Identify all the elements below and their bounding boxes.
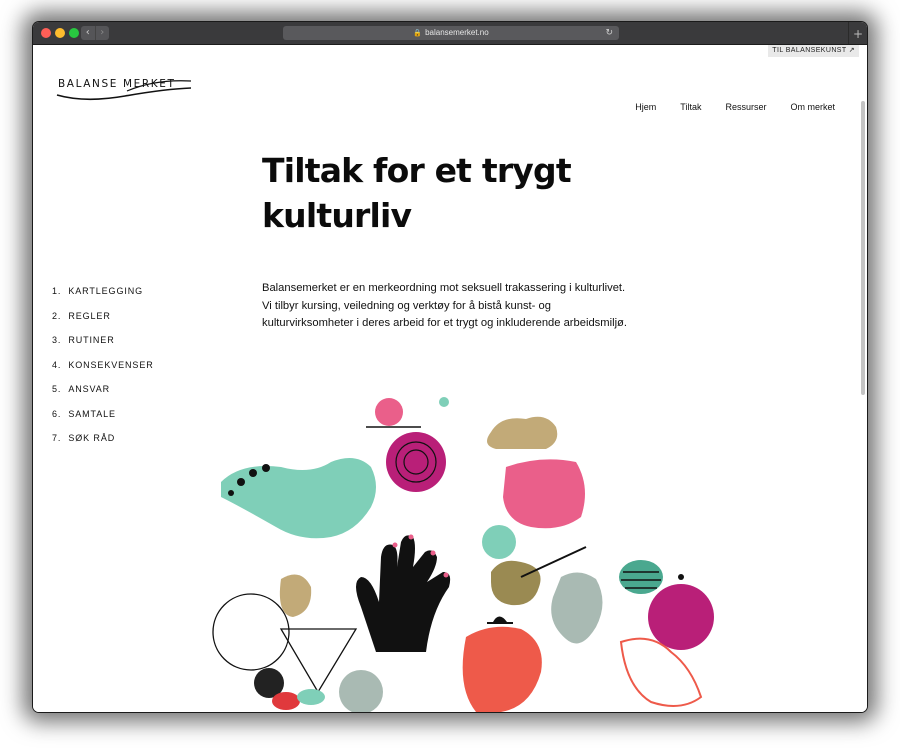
toc-label: RUTINER — [68, 335, 115, 345]
magenta-ball-knob — [678, 574, 684, 580]
intro-paragraph: Balansemerket er en merkeordning mot sek… — [262, 282, 627, 329]
toc-number: 7. — [52, 433, 62, 443]
pink-blob — [503, 459, 585, 529]
red-blob — [272, 692, 300, 710]
url-text: balansemerket.no — [425, 28, 489, 37]
olive-cloud — [487, 416, 558, 449]
magenta-scribble-ball — [386, 432, 446, 492]
page-title: Tiltak for et trygt kulturliv — [262, 151, 572, 235]
nav-ressurser[interactable]: Ressurser — [725, 102, 766, 112]
toc-item-ansvar[interactable]: 5. ANSVAR — [52, 377, 154, 402]
nav-om-merket[interactable]: Om merket — [790, 102, 835, 112]
main-nav: Hjem Tiltak Ressurser Om merket — [635, 102, 835, 112]
olive-loop — [279, 574, 312, 617]
logo[interactable]: BALANSE MERKET — [55, 69, 195, 101]
toc-item-rutiner[interactable]: 3. RUTINER — [52, 328, 154, 353]
violin — [491, 560, 541, 606]
coral-mitten — [462, 626, 542, 712]
toc-label: REGLER — [68, 310, 111, 321]
mint-foot-shape — [221, 458, 376, 539]
grey-circle — [339, 670, 383, 712]
toc-item-konsekvenser[interactable]: 4. KONSEKVENSER — [52, 353, 154, 378]
logo-text: BALANSE MERKET — [58, 78, 175, 90]
reload-icon[interactable]: ↻ — [605, 26, 613, 40]
toc-label: ANSVAR — [68, 384, 111, 394]
history-buttons: ‹ › — [81, 26, 109, 40]
toc-item-regler[interactable]: 2. REGLER — [52, 304, 154, 329]
toc-item-sok-rad[interactable]: 7. SØK RÅD — [52, 426, 154, 451]
toc-number: 1. — [52, 286, 62, 296]
nail-dot — [392, 542, 398, 548]
toe-dot — [249, 469, 257, 477]
lock-icon: 🔒 — [413, 30, 423, 37]
small-ball-top — [375, 398, 403, 426]
web-page: TIL BALANSEKUNST ↗ BALANSE MERKET Hjem T… — [33, 45, 867, 712]
balansekunst-link[interactable]: TIL BALANSEKUNST ↗ — [768, 45, 859, 57]
toc-number: 5. — [52, 384, 62, 394]
nav-hjem[interactable]: Hjem — [635, 102, 656, 112]
toe-dot — [262, 464, 270, 472]
browser-titlebar: ‹ › 🔒 balansemerket.no ↻ + — [33, 22, 867, 45]
toc-number: 4. — [52, 359, 62, 370]
nail-dot — [443, 572, 449, 578]
nail-dot — [430, 550, 436, 556]
toc-label: SAMTALE — [68, 408, 116, 419]
toc-label: KONSEKVENSER — [68, 359, 154, 370]
toe-dot — [237, 478, 245, 486]
toc-item-kartlegging[interactable]: 1. KARTLEGGING — [52, 279, 154, 304]
address-bar[interactable]: 🔒 balansemerket.no ↻ — [283, 26, 619, 40]
table-of-contents: 1. KARTLEGGING 2. REGLER 3. RUTINER 4. KONSE… — [52, 279, 154, 451]
browser-window: ‹ › 🔒 balansemerket.no ↻ + TIL BALANSEKUN… — [33, 22, 867, 712]
bowler-hat — [493, 616, 507, 622]
black-hand — [356, 535, 451, 652]
toc-label: KARTLEGGING — [68, 286, 144, 296]
close-window-button[interactable] — [41, 28, 51, 38]
nail-dot — [408, 534, 414, 540]
nav-tiltak[interactable]: Tiltak — [680, 102, 701, 112]
hero-illustration — [212, 397, 714, 712]
zoom-window-button[interactable] — [69, 28, 79, 38]
magenta-big-ball — [648, 584, 714, 650]
toc-item-samtale[interactable]: 6. SAMTALE — [52, 402, 154, 427]
mint-ball — [482, 525, 516, 559]
chevron-right-icon[interactable]: › — [94, 26, 110, 40]
tiny-mint-ball — [439, 397, 449, 407]
toc-number: 6. — [52, 408, 62, 419]
teal-striped-egg — [619, 560, 663, 594]
toc-number: 3. — [52, 335, 62, 345]
mint-stack-piece — [297, 689, 325, 705]
grey-figure — [551, 572, 603, 644]
toc-label: SØK RÅD — [68, 433, 116, 443]
minimize-window-button[interactable] — [55, 28, 65, 38]
chevron-left-icon[interactable]: ‹ — [81, 26, 95, 40]
toe-dot — [228, 490, 234, 496]
outline-circle — [212, 593, 290, 671]
plus-icon[interactable]: + — [848, 22, 867, 44]
toc-number: 2. — [52, 310, 62, 321]
page-scrollbar[interactable] — [861, 101, 865, 395]
